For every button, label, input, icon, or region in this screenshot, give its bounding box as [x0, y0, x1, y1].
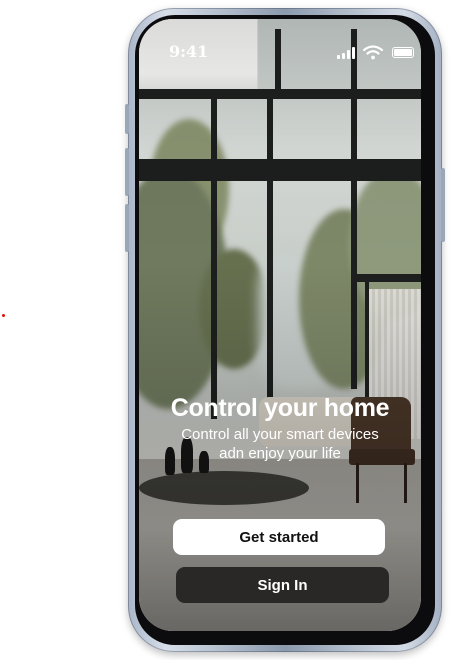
subtitle-line: adn enjoy your life	[219, 445, 341, 462]
silent-switch	[125, 104, 129, 134]
signal-icon	[337, 47, 357, 59]
wifi-icon	[363, 45, 383, 60]
subtitle-line: Control all your smart devices	[181, 426, 379, 443]
red-dot	[2, 314, 5, 317]
page-title: Control your home	[170, 394, 390, 422]
volume-up-button	[125, 148, 129, 196]
sign-in-button[interactable]: Sign In	[176, 567, 389, 603]
subtitle: Control all your smart devices adn enjoy…	[169, 425, 391, 463]
status-time: 9:41	[169, 42, 209, 61]
canvas: 9:41 Control your home Control all your …	[0, 0, 461, 660]
volume-down-button	[125, 204, 129, 252]
power-button	[441, 168, 445, 242]
get-started-button[interactable]: Get started	[173, 519, 385, 555]
phone-screen: 9:41 Control your home Control all your …	[139, 19, 421, 631]
battery-icon	[392, 47, 414, 58]
phone-frame: 9:41 Control your home Control all your …	[125, 8, 445, 652]
